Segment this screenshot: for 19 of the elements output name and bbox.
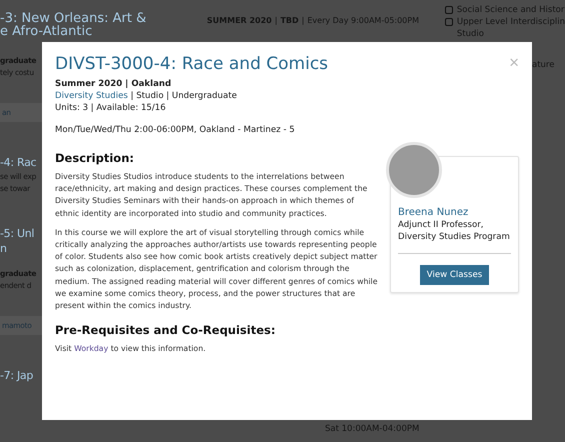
course-title[interactable]: n — [0, 242, 42, 255]
meeting-time: Mon/Tue/Wed/Thu 2:00-06:00PM, Oakland - Martinez - 5 — [55, 125, 296, 135]
section-heading: Description: — [55, 151, 135, 165]
term-campus: Summer 2020 | Oakland — [55, 78, 172, 90]
course-title[interactable]: -5: Unl — [0, 227, 42, 240]
view-classes-button[interactable]: View Classes — [420, 265, 490, 285]
dialog-title: DIVST-3000-4: Race and Comics — [55, 54, 328, 74]
section-heading: Pre-Requisites and Co-Requisites: — [55, 323, 276, 338]
department-link[interactable]: Diversity Studies — [55, 91, 128, 101]
course-title[interactable]: -7: Jap — [0, 369, 42, 382]
course-title[interactable]: -3: New Orleans: Art & — [0, 12, 207, 25]
course-category: | Studio | Undergraduate — [130, 91, 237, 101]
filter-checkbox[interactable] — [444, 6, 453, 14]
instructor-name[interactable]: Breena Nunez — [398, 207, 511, 218]
filter-checkbox[interactable] — [444, 18, 453, 26]
course-title[interactable]: -4: Rac — [0, 156, 42, 169]
units-availability: Units: 3 | Available: 15/16 — [55, 102, 167, 114]
course-title[interactable]: e Afro-Atlantic — [0, 25, 207, 38]
instructor-role: Adjunct II Professor, Diversity Studies Program — [398, 219, 511, 243]
